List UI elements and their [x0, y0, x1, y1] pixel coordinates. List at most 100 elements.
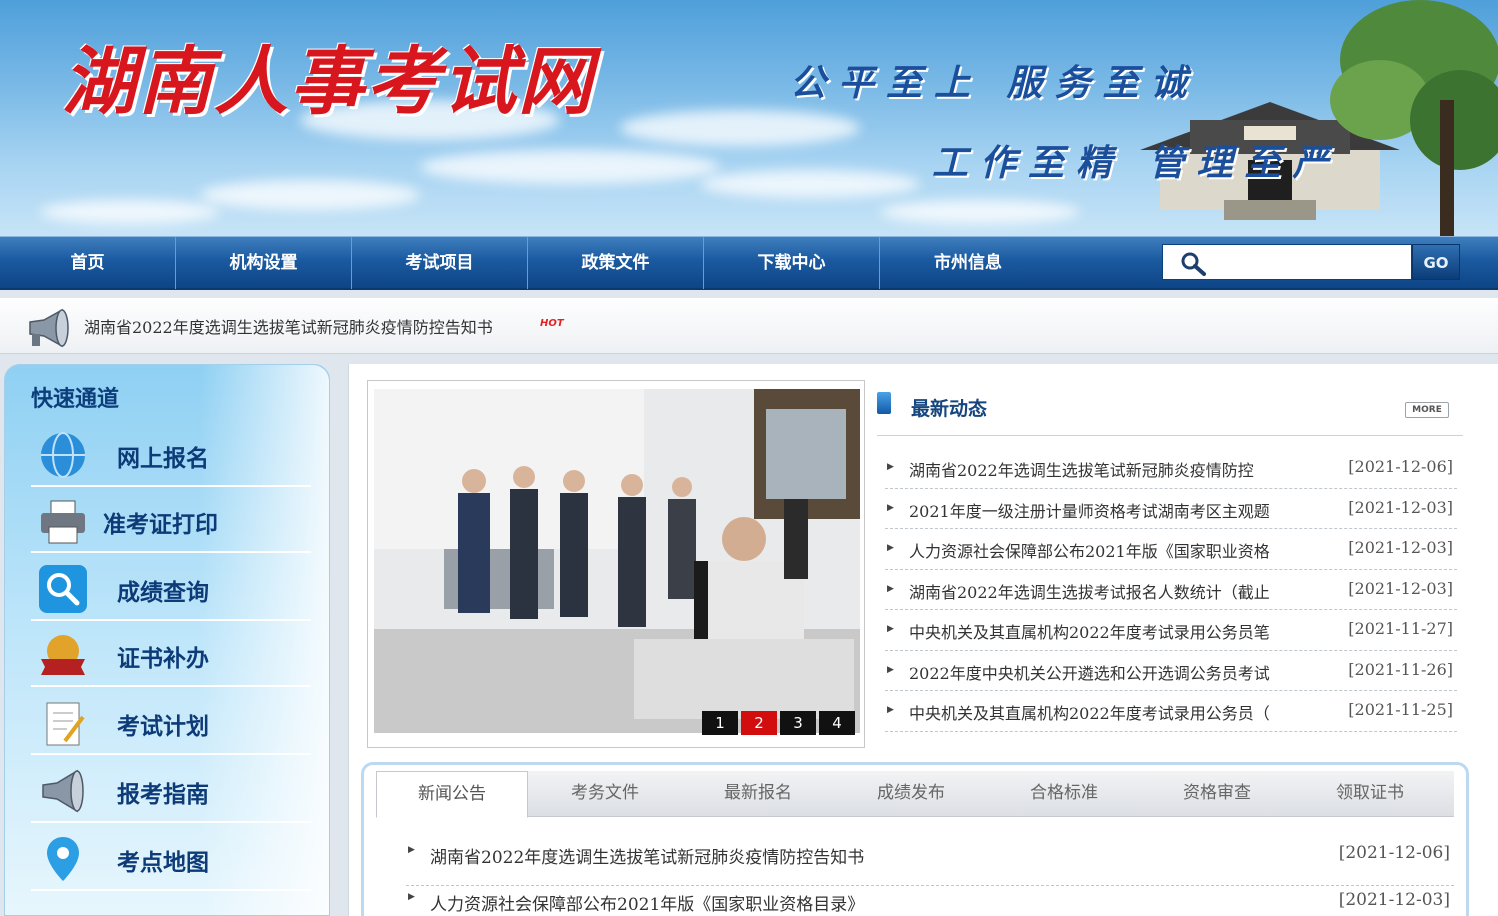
bullet-icon: ▶	[887, 705, 894, 715]
search-icon	[1181, 252, 1206, 276]
quick-item-label: 考点地图	[117, 850, 209, 876]
quick-item-label: 证书补办	[117, 646, 209, 672]
slide-page-4[interactable]: 4	[819, 711, 855, 735]
news-row[interactable]: ▶ 人力资源社会保障部公布2021年版《国家职业资格 [2021-12-03]	[885, 529, 1457, 570]
tree-illustration	[1330, 0, 1498, 236]
slide-page-2[interactable]: 2	[741, 711, 777, 735]
quick-item-admission-print[interactable]: 准考证打印	[31, 489, 311, 553]
news-date: [2021-11-25]	[1348, 700, 1453, 719]
tab-score-release[interactable]: 成绩发布	[835, 771, 987, 817]
latest-news-list: ▶ 湖南省2022年选调生选拔笔试新冠肺炎疫情防控 [2021-12-06] ▶ 20…	[885, 448, 1457, 732]
search-box	[1162, 244, 1412, 280]
list-item-date: [2021-12-03]	[1338, 890, 1450, 910]
hot-badge: HOT	[540, 318, 564, 329]
main-content: 1 2 3 4 最新动态 MORE ▶ 湖南省2022年选调生选拔笔试新冠肺炎疫情…	[348, 364, 1498, 916]
photo-slideshow: 1 2 3 4	[367, 380, 865, 748]
quick-item-label: 报考指南	[117, 782, 209, 808]
news-row[interactable]: ▶ 湖南省2022年选调生选拔笔试新冠肺炎疫情防控 [2021-12-06]	[885, 448, 1457, 489]
tab-news-list: ▶ 湖南省2022年度选调生选拔笔试新冠肺炎疫情防控告知书 [2021-12-06]…	[406, 839, 1454, 916]
quick-item-label: 准考证打印	[103, 512, 218, 538]
nav-policy-documents[interactable]: 政策文件	[528, 237, 704, 289]
main-nav: 首页 机构设置 考试项目 政策文件 下载中心 市州信息 GO	[0, 236, 1498, 290]
tab-bar: 新闻公告 考务文件 最新报名 成绩发布 合格标准 资格审查 领取证书	[376, 771, 1454, 818]
megaphone-icon	[29, 308, 69, 348]
quick-access-title: 快速通道	[31, 387, 120, 412]
news-row[interactable]: ▶ 2021年度一级注册计量师资格考试湖南考区主观题 [2021-12-03]	[885, 489, 1457, 529]
bullet-icon: ▶	[887, 583, 894, 594]
magnifier-icon	[39, 565, 87, 613]
bullet-icon: ▶	[887, 462, 894, 472]
nav-home[interactable]: 首页	[0, 237, 176, 289]
slide-page-3[interactable]: 3	[780, 711, 816, 735]
quick-item-label: 考试计划	[117, 714, 209, 740]
tab-latest-registration[interactable]: 最新报名	[682, 771, 834, 817]
latest-news-header: 最新动态 MORE	[877, 392, 1463, 436]
list-item-title[interactable]: 人力资源社会保障部公布2021年版《国家职业资格目录》	[430, 890, 1230, 915]
news-row[interactable]: ▶ 中央机关及其直属机构2022年度考试录用公务员笔 [2021-11-27]	[885, 610, 1457, 651]
bullet-icon: ▶	[887, 543, 894, 553]
quick-item-online-registration[interactable]: 网上报名	[31, 423, 311, 487]
slogan-line-2: 工作至精 管理至严	[932, 142, 1341, 184]
news-date: [2021-11-26]	[1348, 659, 1453, 679]
latest-news-title: 最新动态	[911, 398, 988, 420]
list-item[interactable]: ▶ 人力资源社会保障部公布2021年版《国家职业资格目录》 [2021-12-03]	[406, 886, 1454, 916]
news-date: [2021-12-03]	[1348, 538, 1453, 557]
nav-download-center[interactable]: 下载中心	[704, 237, 880, 289]
news-title[interactable]: 中央机关及其直属机构2022年度考试录用公务员（	[909, 700, 1309, 724]
slogan-line-1: 公平至上 服务至诚	[790, 62, 1199, 104]
quick-item-exam-plan[interactable]: 考试计划	[31, 691, 311, 755]
megaphone-icon	[42, 769, 84, 813]
globe-icon	[41, 432, 85, 478]
news-row[interactable]: ▶ 湖南省2022年选调生选拔考试报名人数统计（截止 [2021-12-03]	[885, 570, 1457, 610]
list-item-date: [2021-12-06]	[1338, 843, 1450, 863]
search-go-button[interactable]: GO	[1412, 244, 1460, 280]
bullet-icon: ▶	[408, 892, 415, 902]
quick-item-label: 网上报名	[117, 446, 209, 472]
map-pin-icon	[47, 837, 79, 881]
news-date: [2021-12-03]	[1348, 497, 1453, 517]
news-title[interactable]: 2022年度中央机关公开遴选和公开选调公务员考试	[909, 660, 1309, 684]
certificate-icon	[41, 635, 85, 675]
news-title[interactable]: 湖南省2022年选调生选拔考试报名人数统计（截止	[909, 579, 1309, 603]
news-title[interactable]: 湖南省2022年选调生选拔笔试新冠肺炎疫情防控	[909, 457, 1309, 481]
quick-item-exam-site-map[interactable]: 考点地图	[31, 827, 311, 891]
announcement-tabs-section: 新闻公告 考务文件 最新报名 成绩发布 合格标准 资格审查 领取证书 ▶ 湖南省2…	[361, 762, 1469, 916]
news-date: [2021-12-06]	[1348, 457, 1453, 476]
quick-item-certificate-reissue[interactable]: 证书补办	[31, 623, 311, 687]
notice-text[interactable]: 湖南省2022年度选调生选拔笔试新冠肺炎疫情防控告知书	[84, 314, 493, 338]
news-date: [2021-11-27]	[1348, 619, 1453, 638]
nav-exam-projects[interactable]: 考试项目	[352, 237, 528, 289]
tab-qualification-review[interactable]: 资格审查	[1141, 771, 1293, 817]
quick-access-panel: 快速通道 网上报名 准考证打印 成绩查询 证书补办 考试计划 报考指南 考点地图	[4, 364, 330, 916]
news-title[interactable]: 2021年度一级注册计量师资格考试湖南考区主观题	[909, 498, 1309, 522]
site-title: 湖南人事考试网	[62, 39, 594, 125]
quick-item-exam-guide[interactable]: 报考指南	[31, 759, 311, 823]
nav-city-info[interactable]: 市州信息	[880, 237, 1056, 289]
search-input[interactable]	[1211, 249, 1407, 277]
tab-pass-standards[interactable]: 合格标准	[988, 771, 1140, 817]
section-marker-icon	[877, 392, 891, 414]
news-title[interactable]: 人力资源社会保障部公布2021年版《国家职业资格	[909, 538, 1309, 562]
tab-news-announcements[interactable]: 新闻公告	[376, 771, 528, 818]
bullet-icon: ▶	[408, 845, 415, 855]
news-row[interactable]: ▶ 2022年度中央机关公开遴选和公开选调公务员考试 [2021-11-26]	[885, 651, 1457, 691]
quick-item-label: 成绩查询	[117, 580, 209, 606]
tab-certificate-collection[interactable]: 领取证书	[1294, 771, 1446, 817]
list-item-title[interactable]: 湖南省2022年度选调生选拔笔试新冠肺炎疫情防控告知书	[430, 843, 1230, 868]
list-item[interactable]: ▶ 湖南省2022年度选调生选拔笔试新冠肺炎疫情防控告知书 [2021-12-06]	[406, 839, 1454, 886]
tab-exam-documents[interactable]: 考务文件	[529, 771, 681, 817]
printer-icon	[41, 500, 85, 544]
more-button[interactable]: MORE	[1405, 402, 1449, 418]
news-title[interactable]: 中央机关及其直属机构2022年度考试录用公务员笔	[909, 619, 1309, 643]
bullet-icon: ▶	[887, 624, 894, 634]
bullet-icon: ▶	[887, 502, 894, 513]
site-banner: 湖南人事考试网 公平至上 服务至诚 工作至精 管理至严	[0, 0, 1498, 236]
notepad-icon	[46, 702, 85, 746]
news-date: [2021-12-03]	[1348, 578, 1453, 598]
slide-page-1[interactable]: 1	[702, 711, 738, 735]
quick-item-score-query[interactable]: 成绩查询	[31, 557, 311, 621]
notice-bar: 湖南省2022年度选调生选拔笔试新冠肺炎疫情防控告知书 HOT	[0, 298, 1498, 354]
slide-photo[interactable]	[374, 389, 860, 733]
news-row[interactable]: ▶ 中央机关及其直属机构2022年度考试录用公务员（ [2021-11-25]	[885, 691, 1457, 732]
nav-organization[interactable]: 机构设置	[176, 237, 352, 289]
